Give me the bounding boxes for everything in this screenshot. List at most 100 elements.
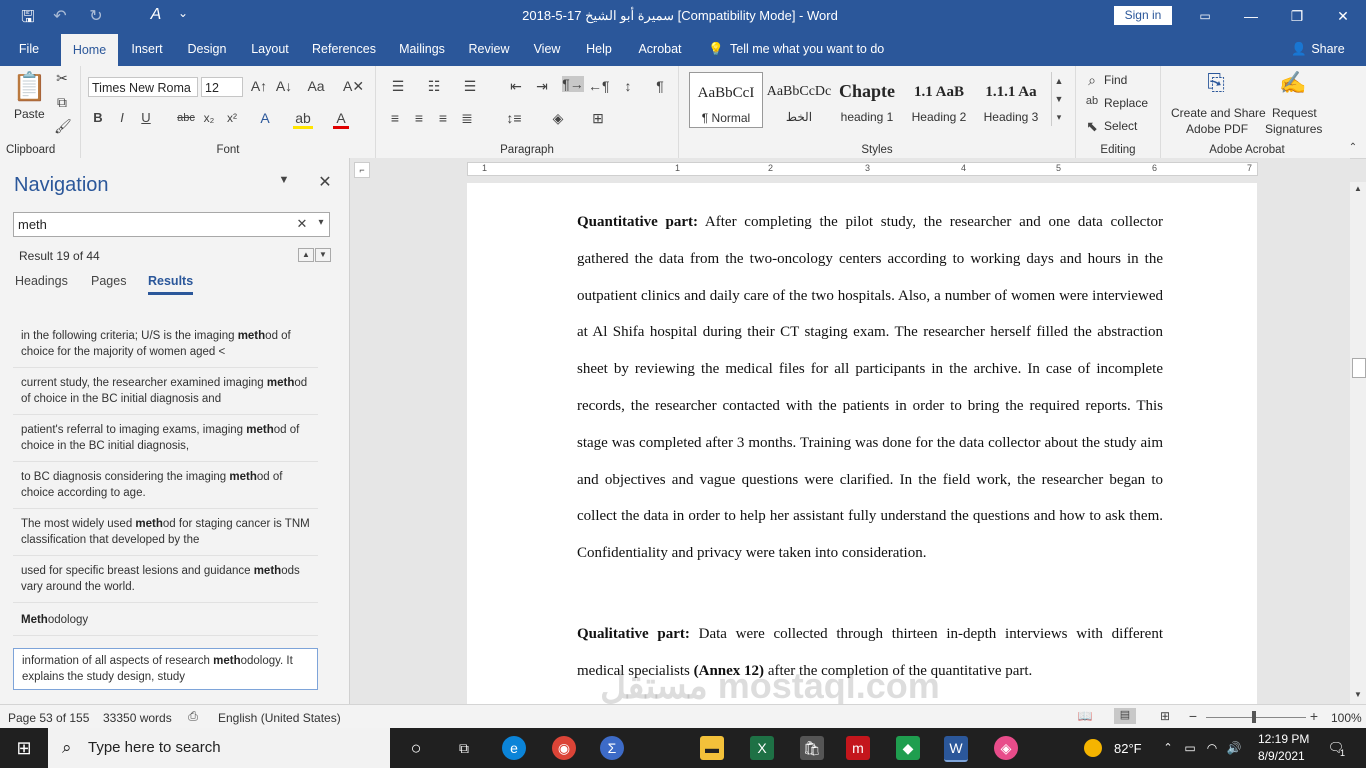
customize-quick-access-icon[interactable]: ⌄ bbox=[172, 6, 194, 20]
volume-icon[interactable]: 🔊 bbox=[1222, 736, 1246, 760]
justify-icon[interactable]: ≣ bbox=[458, 110, 476, 127]
redo-icon[interactable]: ↻ bbox=[85, 6, 107, 26]
proofing-icon[interactable]: ⎙ bbox=[185, 709, 201, 724]
task-view-icon[interactable]: ⧉ bbox=[452, 736, 476, 760]
find-button[interactable]: Find bbox=[1104, 73, 1127, 87]
request-label[interactable]: Request bbox=[1272, 106, 1317, 120]
list-item[interactable]: information of all aspects of research m… bbox=[13, 648, 318, 690]
print-layout-icon[interactable]: ▤ bbox=[1114, 708, 1136, 724]
save-icon[interactable]: 🖫 bbox=[17, 6, 39, 33]
cut-icon[interactable]: ✂ bbox=[54, 70, 70, 87]
share-button[interactable]: Share bbox=[1308, 32, 1348, 66]
list-item[interactable]: patient's referral to imaging exams, ima… bbox=[13, 418, 318, 462]
weather-temp[interactable]: 82°F bbox=[1114, 741, 1142, 756]
web-layout-icon[interactable]: ⊞ bbox=[1157, 709, 1173, 723]
decrease-indent-icon[interactable]: ⇤ bbox=[506, 78, 526, 95]
tab-results[interactable]: Results bbox=[148, 274, 194, 295]
app2-icon[interactable]: ◆ bbox=[896, 736, 920, 760]
clock-time[interactable]: 12:19 PM bbox=[1258, 732, 1309, 746]
style-arabic[interactable]: AaBbCcDc الخط bbox=[763, 72, 835, 126]
list-item[interactable]: used for specific breast lesions and gui… bbox=[13, 559, 318, 603]
style-heading-1[interactable]: Chapte heading 1 bbox=[831, 72, 903, 126]
list-item[interactable]: to BC diagnosis considering the imaging … bbox=[13, 465, 318, 509]
restore-button[interactable]: ❐ bbox=[1274, 0, 1320, 32]
align-left-icon[interactable]: ≡ bbox=[386, 110, 404, 126]
ltr-icon[interactable]: ¶→ bbox=[562, 76, 584, 92]
numbering-icon[interactable]: ☷ bbox=[422, 78, 446, 95]
align-center-icon[interactable]: ≡ bbox=[410, 110, 428, 126]
font-color-icon[interactable]: A bbox=[333, 110, 349, 129]
battery-icon[interactable]: ▭ bbox=[1178, 736, 1202, 760]
excel-icon[interactable]: X bbox=[750, 736, 774, 760]
create-share-label[interactable]: Create and Share bbox=[1171, 106, 1266, 120]
shading-icon[interactable]: ◈ bbox=[548, 110, 568, 127]
vertical-scrollbar[interactable]: ▲ ▼ bbox=[1350, 182, 1366, 704]
tab-design[interactable]: Design bbox=[180, 32, 234, 66]
format-painter-quick-icon[interactable]: A bbox=[145, 6, 167, 24]
tab-review[interactable]: Review bbox=[462, 32, 516, 66]
superscript-icon[interactable]: x² bbox=[223, 111, 241, 125]
signatures-label[interactable]: Signatures bbox=[1265, 122, 1322, 136]
format-painter-icon[interactable]: 🖌 bbox=[54, 118, 72, 135]
tab-layout[interactable]: Layout bbox=[244, 32, 296, 66]
cortana-icon[interactable]: ○ bbox=[404, 736, 428, 760]
zoom-level[interactable]: 100% bbox=[1331, 711, 1362, 725]
horizontal-ruler[interactable]: 1 1 2 3 4 5 6 7 bbox=[467, 162, 1258, 176]
tray-chevron-icon[interactable]: ⌃ bbox=[1156, 736, 1180, 760]
tab-insert[interactable]: Insert bbox=[125, 32, 169, 66]
line-spacing-icon[interactable]: ↕≡ bbox=[504, 110, 524, 126]
multilevel-list-icon[interactable]: ☰ bbox=[458, 78, 482, 95]
word-count[interactable]: 33350 words bbox=[103, 711, 172, 725]
ribbon-display-options-icon[interactable]: ▭ bbox=[1182, 0, 1228, 32]
select-button[interactable]: Select bbox=[1104, 119, 1137, 133]
control-panel-icon[interactable]: Σ bbox=[600, 736, 624, 760]
app-icon[interactable]: m bbox=[846, 736, 870, 760]
taskbar-search[interactable]: ⌕ Type here to search bbox=[48, 728, 390, 768]
paste-label[interactable]: Paste bbox=[14, 107, 45, 121]
paragraph-quantitative[interactable]: Quantitative part: After completing the … bbox=[577, 204, 1163, 572]
app3-icon[interactable]: ◈ bbox=[994, 736, 1018, 760]
page-indicator[interactable]: Page 53 of 155 bbox=[8, 711, 89, 725]
italic-icon[interactable]: I bbox=[113, 110, 131, 125]
tab-selector-icon[interactable]: ⌐ bbox=[354, 162, 370, 178]
nav-close-icon[interactable]: ✕ bbox=[316, 172, 334, 192]
document-page[interactable]: Quantitative part: After completing the … bbox=[467, 183, 1257, 704]
list-item[interactable]: current study, the researcher examined i… bbox=[13, 371, 318, 415]
list-item[interactable]: Methodology bbox=[13, 608, 318, 636]
tab-references[interactable]: References bbox=[306, 32, 382, 66]
increase-indent-icon[interactable]: ⇥ bbox=[532, 78, 552, 95]
minimize-button[interactable]: — bbox=[1228, 0, 1274, 32]
search-dropdown-icon[interactable]: ▾ bbox=[314, 217, 328, 228]
show-formatting-icon[interactable]: ¶ bbox=[652, 78, 668, 94]
sort-icon[interactable]: ↕ bbox=[620, 78, 636, 94]
tab-acrobat[interactable]: Acrobat bbox=[630, 32, 690, 66]
edge-icon[interactable]: e bbox=[502, 736, 526, 760]
rtl-icon[interactable]: ←¶ bbox=[588, 78, 610, 94]
chrome-icon[interactable]: ◉ bbox=[552, 736, 576, 760]
nav-search-input[interactable]: meth bbox=[13, 212, 330, 237]
request-signatures-icon[interactable]: ✍ bbox=[1279, 70, 1307, 96]
clock-date[interactable]: 8/9/2021 bbox=[1258, 749, 1305, 763]
subscript-icon[interactable]: x₂ bbox=[200, 111, 218, 125]
zoom-in-icon[interactable]: + bbox=[1307, 708, 1321, 724]
wifi-icon[interactable]: ◠ bbox=[1200, 736, 1224, 760]
scroll-down-icon[interactable]: ▼ bbox=[1352, 690, 1364, 699]
tab-home[interactable]: Home bbox=[61, 34, 118, 66]
close-button[interactable]: ✕ bbox=[1320, 0, 1366, 32]
clear-search-icon[interactable]: ✕ bbox=[294, 216, 310, 232]
tab-help[interactable]: Help bbox=[578, 32, 620, 66]
tab-headings[interactable]: Headings bbox=[15, 274, 68, 288]
list-item[interactable]: The most widely used method for staging … bbox=[13, 512, 318, 556]
list-item[interactable]: in the following criteria; U/S is the im… bbox=[13, 324, 318, 368]
style-normal[interactable]: AaBbCcI ¶ Normal bbox=[689, 72, 763, 128]
strikethrough-icon[interactable]: abc bbox=[175, 112, 197, 124]
bullets-icon[interactable]: ☰ bbox=[386, 78, 410, 95]
paste-icon[interactable]: 📋 bbox=[12, 70, 47, 104]
read-mode-icon[interactable]: 📖 bbox=[1077, 709, 1093, 723]
nav-options-icon[interactable]: ▼ bbox=[276, 174, 292, 186]
create-pdf-icon[interactable]: ⎘ bbox=[1203, 70, 1229, 96]
tell-me-search[interactable]: Tell me what you want to do bbox=[730, 32, 900, 66]
style-heading-3[interactable]: 1.1.1 Aa Heading 3 bbox=[975, 72, 1047, 126]
font-size-box[interactable]: 12 bbox=[201, 77, 243, 97]
word-icon[interactable]: W bbox=[944, 736, 968, 762]
